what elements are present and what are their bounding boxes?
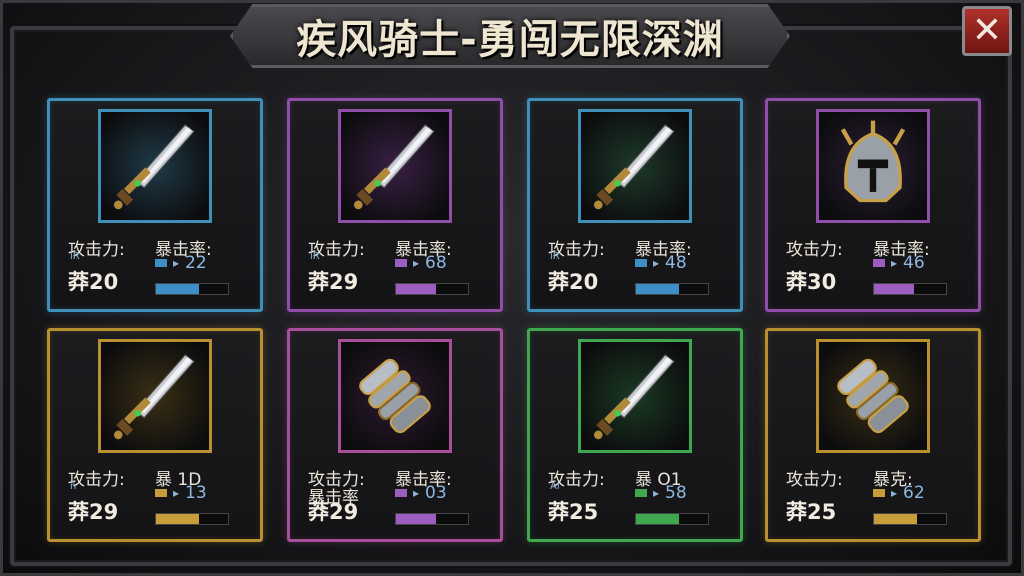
item-card[interactable]: 攻击力: 暴 1D ñ 莽29 ▸ 13 bbox=[47, 328, 263, 542]
attack-label: 攻击力: bbox=[786, 240, 843, 260]
crit-progress-fill bbox=[156, 284, 200, 294]
crit-value: 22 bbox=[185, 253, 207, 273]
item-icon-box bbox=[816, 109, 930, 223]
attack-prefix: lR bbox=[70, 251, 80, 262]
crit-arrow-icon bbox=[395, 259, 407, 267]
crit-progress-fill bbox=[396, 514, 436, 524]
item-icon-box bbox=[338, 339, 452, 453]
crit-progress-fill bbox=[874, 284, 914, 294]
item-icon-box bbox=[578, 109, 692, 223]
crit-progress-fill bbox=[874, 514, 918, 524]
crit-value: 03 bbox=[425, 483, 447, 503]
crit-progress-bar bbox=[155, 283, 229, 295]
crit-progress-fill bbox=[156, 514, 200, 524]
crit-value: 46 bbox=[903, 253, 925, 273]
crit-value: 13 bbox=[185, 483, 207, 503]
arrow-icon: ▸ bbox=[173, 256, 180, 270]
crit-progress-fill bbox=[396, 284, 436, 294]
crit-progress-fill bbox=[636, 284, 680, 294]
arrow-icon: ▸ bbox=[413, 486, 420, 500]
sword-icon bbox=[593, 354, 675, 440]
crit-row: ▸ 48 bbox=[635, 253, 687, 273]
crit-value: 68 bbox=[425, 253, 447, 273]
item-icon-box bbox=[338, 109, 452, 223]
attack-value: 莽20 bbox=[68, 270, 119, 294]
crit-progress-bar bbox=[155, 513, 229, 525]
title-plate: 疾风骑士-勇闯无限深渊 bbox=[230, 4, 790, 68]
attack-label: 攻击力: bbox=[68, 470, 125, 490]
crit-progress-bar bbox=[395, 513, 469, 525]
crit-row: ▸ 22 bbox=[155, 253, 207, 273]
attack-value: 莽25 bbox=[548, 500, 599, 524]
crit-progress-bar bbox=[873, 283, 947, 295]
arrow-icon: ▸ bbox=[653, 486, 660, 500]
arrow-icon: ▸ bbox=[891, 256, 898, 270]
gauntlet-icon bbox=[837, 358, 909, 434]
attack-value: 莽29 bbox=[308, 500, 359, 524]
attack-prefix: lR bbox=[550, 251, 560, 262]
crit-row: ▸ 13 bbox=[155, 483, 207, 503]
crit-progress-fill bbox=[636, 514, 680, 524]
item-icon-box bbox=[98, 339, 212, 453]
crit-progress-bar bbox=[395, 283, 469, 295]
attack-prefix: ñ bbox=[70, 481, 77, 492]
crit-progress-bar bbox=[635, 283, 709, 295]
item-card[interactable]: 攻击力: 暴击率: lR 莽20 ▸ 22 bbox=[47, 98, 263, 312]
crit-arrow-icon bbox=[395, 489, 407, 497]
attack-value: 莽30 bbox=[786, 270, 837, 294]
crit-value: 58 bbox=[665, 483, 687, 503]
sword-icon bbox=[113, 124, 195, 210]
item-card[interactable]: 攻击力: 暴击率: 莽30 ▸ 46 bbox=[765, 98, 981, 312]
item-icon-box bbox=[578, 339, 692, 453]
crit-row: ▸ 03 bbox=[395, 483, 447, 503]
crit-arrow-icon bbox=[155, 489, 167, 497]
item-card[interactable]: 攻击力: 暴 O1 Al 莽25 ▸ 58 bbox=[527, 328, 743, 542]
close-icon: ✕ bbox=[971, 10, 1003, 51]
crit-arrow-icon bbox=[635, 489, 647, 497]
item-card[interactable]: 攻击力: 暴击率: 暴击率 莽29 ▸ 03 bbox=[287, 328, 503, 542]
crit-arrow-icon bbox=[155, 259, 167, 267]
helmet-icon bbox=[840, 120, 906, 203]
crit-value: 62 bbox=[903, 483, 925, 503]
arrow-icon: ▸ bbox=[413, 256, 420, 270]
attack-value: 莽29 bbox=[308, 270, 359, 294]
attack-value: 莽25 bbox=[786, 500, 837, 524]
crit-row: ▸ 62 bbox=[873, 483, 925, 503]
attack-label: 攻击力: bbox=[786, 470, 843, 490]
crit-progress-bar bbox=[873, 513, 947, 525]
item-card[interactable]: 攻击力: 暴击率: lR 莽20 ▸ 48 bbox=[527, 98, 743, 312]
crit-row: ▸ 68 bbox=[395, 253, 447, 273]
sword-icon bbox=[353, 124, 435, 210]
crit-row: ▸ 58 bbox=[635, 483, 687, 503]
crit-arrow-icon bbox=[635, 259, 647, 267]
attack-prefix: lR bbox=[310, 251, 320, 262]
item-card[interactable]: 攻击力: 暴克: 莽25 ▸ 62 bbox=[765, 328, 981, 542]
sword-icon bbox=[113, 354, 195, 440]
gauntlet-icon bbox=[359, 358, 431, 434]
arrow-icon: ▸ bbox=[891, 486, 898, 500]
arrow-icon: ▸ bbox=[653, 256, 660, 270]
page-title: 疾风骑士-勇闯无限深渊 bbox=[296, 17, 724, 63]
crit-value: 48 bbox=[665, 253, 687, 273]
close-button[interactable]: ✕ bbox=[962, 6, 1012, 56]
attack-prefix: Al bbox=[550, 481, 560, 492]
sword-icon bbox=[593, 124, 675, 210]
crit-progress-bar bbox=[635, 513, 709, 525]
crit-arrow-icon bbox=[873, 259, 885, 267]
crit-row: ▸ 46 bbox=[873, 253, 925, 273]
arrow-icon: ▸ bbox=[173, 486, 180, 500]
item-icon-box bbox=[816, 339, 930, 453]
crit-arrow-icon bbox=[873, 489, 885, 497]
attack-value: 莽29 bbox=[68, 500, 119, 524]
attack-value: 莽20 bbox=[548, 270, 599, 294]
item-card[interactable]: 攻击力: 暴击率: lR 莽29 ▸ 68 bbox=[287, 98, 503, 312]
item-icon-box bbox=[98, 109, 212, 223]
